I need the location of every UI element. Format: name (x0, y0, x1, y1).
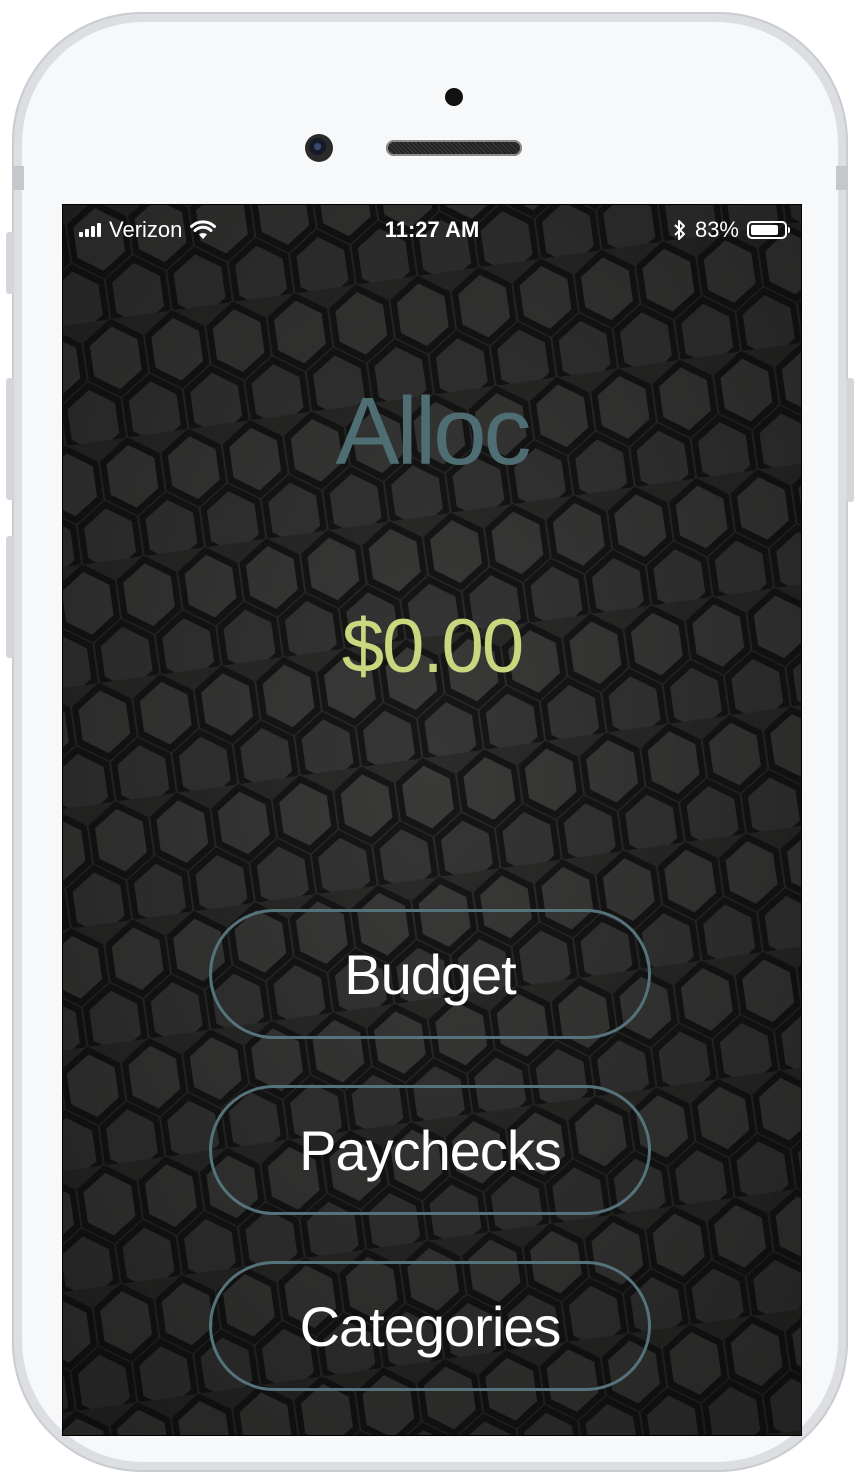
mute-switch (6, 232, 14, 294)
app-title: Alloc (335, 378, 531, 485)
antenna-band (836, 166, 848, 190)
paychecks-button[interactable]: Paychecks (209, 1085, 651, 1215)
battery-level-fill (751, 225, 778, 235)
volume-up-button (6, 378, 14, 500)
app-screen: Verizon 11:27 AM 83% Alloc $0.00 Budget … (62, 204, 802, 1436)
status-bar: Verizon 11:27 AM 83% (63, 205, 801, 251)
power-button (846, 378, 854, 502)
budget-button[interactable]: Budget (209, 909, 651, 1039)
proximity-sensor (445, 88, 463, 106)
battery-percentage: 83% (694, 217, 739, 242)
antenna-band (12, 166, 24, 190)
categories-button[interactable]: Categories (209, 1261, 651, 1391)
battery-icon (747, 221, 790, 239)
volume-down-button (6, 536, 14, 658)
balance-amount: $0.00 (341, 604, 524, 689)
earpiece-speaker (386, 140, 522, 156)
bluetooth-icon (674, 220, 685, 240)
front-camera-icon (305, 134, 333, 162)
